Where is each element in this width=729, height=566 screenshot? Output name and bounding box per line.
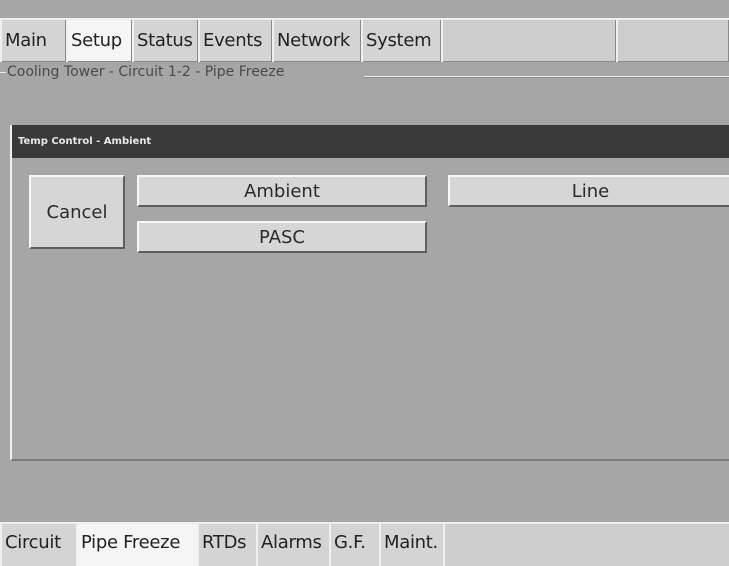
- breadcrumb-text: Cooling Tower - Circuit 1-2 - Pipe Freez…: [7, 64, 285, 80]
- tab-system[interactable]: System: [361, 18, 441, 62]
- tab-setup[interactable]: Setup: [66, 18, 132, 62]
- tab-pipe-freeze[interactable]: Pipe Freeze: [76, 522, 197, 566]
- pasc-button[interactable]: PASC: [137, 221, 427, 253]
- dialog-title: Temp Control - Ambient: [12, 125, 729, 158]
- tab-rtds[interactable]: RTDs: [197, 522, 256, 566]
- tab-maint[interactable]: Maint.: [379, 522, 443, 566]
- tab-empty-2: [616, 18, 729, 62]
- tab-circuit[interactable]: Circuit: [0, 522, 76, 566]
- breadcrumb: Cooling Tower - Circuit 1-2 - Pipe Freez…: [0, 64, 729, 90]
- ambient-button[interactable]: Ambient: [137, 175, 427, 207]
- bottom-tab-empty: [443, 522, 729, 566]
- tab-alarms[interactable]: Alarms: [256, 522, 329, 566]
- tab-main[interactable]: Main: [0, 18, 66, 62]
- cancel-button[interactable]: Cancel: [29, 175, 125, 249]
- tab-status[interactable]: Status: [132, 18, 198, 62]
- top-tab-bar: Main Setup Status Events Network System: [0, 18, 729, 62]
- tab-network[interactable]: Network: [272, 18, 361, 62]
- temp-control-dialog: Temp Control - Ambient Cancel Ambient PA…: [10, 125, 729, 461]
- breadcrumb-rule: [364, 76, 729, 78]
- tab-gf[interactable]: G.F.: [329, 522, 379, 566]
- tab-events[interactable]: Events: [198, 18, 272, 62]
- tab-empty-1: [441, 18, 616, 62]
- breadcrumb-rule-left: [0, 71, 6, 73]
- bottom-tab-bar: Circuit Pipe Freeze RTDs Alarms G.F. Mai…: [0, 522, 729, 566]
- line-button[interactable]: Line: [448, 175, 729, 207]
